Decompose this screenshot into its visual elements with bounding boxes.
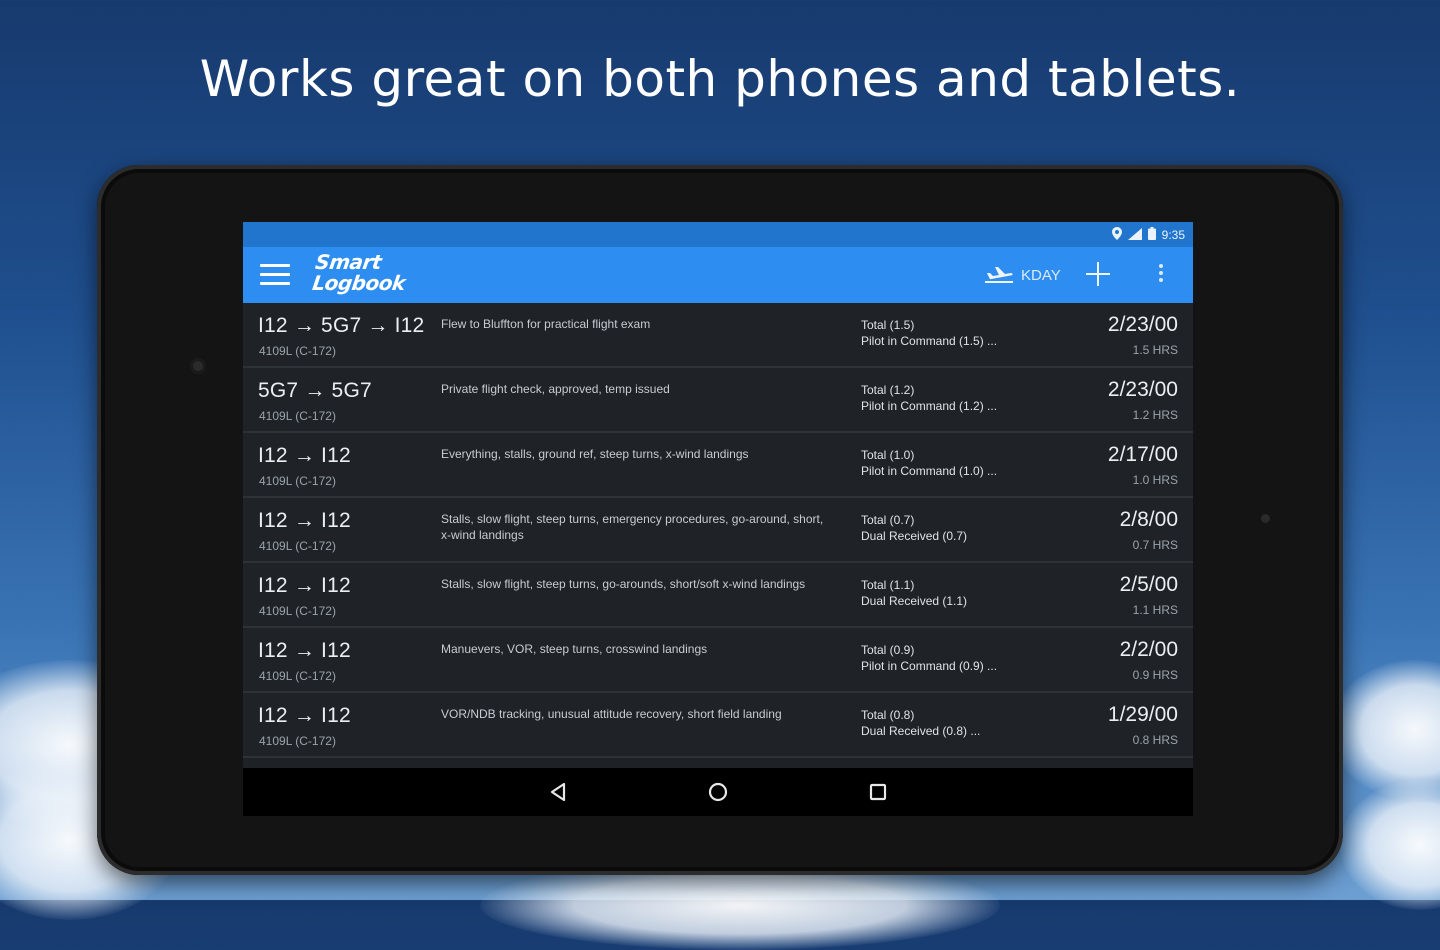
flight-hours: 1.2 HRS xyxy=(1132,408,1178,422)
flight-list[interactable]: I12 → 5G7 → I12 4109L (C-172) Flew to Bl… xyxy=(243,303,1193,768)
flight-hours: 0.9 HRS xyxy=(1132,668,1178,682)
flight-remarks: Everything, stalls, ground ref, steep tu… xyxy=(441,447,749,461)
flight-date: 2/23/00 xyxy=(1107,313,1178,336)
flight-aircraft: 4109L (C-172) xyxy=(259,409,336,423)
flight-aircraft: 4109L (C-172) xyxy=(259,604,336,618)
app-logo: Smart Logbook xyxy=(310,250,409,295)
airplane-icon xyxy=(985,267,1013,283)
navigation-bar xyxy=(243,768,1193,816)
cloud xyxy=(1330,660,1440,800)
signal-icon xyxy=(1127,227,1142,243)
add-flight-button[interactable] xyxy=(1083,259,1113,289)
flight-remarks: Flew to Bluffton for practical flight ex… xyxy=(441,317,651,331)
flight-total: Total (1.2) xyxy=(861,383,915,397)
airport-button[interactable]: KDAY xyxy=(983,262,1061,288)
logo-line-1: Smart xyxy=(313,250,383,274)
flight-times: Total (1.1) Dual Received (1.1) xyxy=(861,577,967,609)
recents-icon xyxy=(869,783,887,801)
flight-row[interactable]: I12 → 5G7 → I12 4109L (C-172) Flew to Bl… xyxy=(243,303,1193,368)
back-icon xyxy=(550,782,566,802)
flight-times: Total (1.5) Pilot in Command (1.5) ... xyxy=(861,317,997,349)
flight-aircraft: 4109L (C-172) xyxy=(259,344,336,358)
airport-code: KDAY xyxy=(1021,266,1061,284)
flight-route: I12 → I12 xyxy=(258,639,351,662)
flight-route: I12 → I12 xyxy=(258,704,351,727)
flight-route: I12 → 5G7 → I12 xyxy=(258,314,425,337)
flight-total: Total (1.0) xyxy=(861,448,915,462)
flight-row[interactable]: I12 → I12 4109L (C-172) VOR/NDB tracking… xyxy=(243,693,1193,758)
flight-aircraft: 4109L (C-172) xyxy=(259,734,336,748)
flight-time-detail: Dual Received (0.7) xyxy=(861,529,968,543)
flight-row[interactable]: I12 → I12 4109L (C-172) Everything, stal… xyxy=(243,433,1193,498)
flight-row[interactable]: 5G7 → 5G7 4109L (C-172) Private flight c… xyxy=(243,368,1193,433)
location-icon xyxy=(1111,227,1122,243)
flight-remarks: Stalls, slow flight, steep turns, emerge… xyxy=(441,512,824,542)
menu-button[interactable] xyxy=(260,264,290,286)
flight-hours: 0.7 HRS xyxy=(1132,538,1178,552)
flight-hours: 0.8 HRS xyxy=(1132,733,1178,747)
logo-line-2: Logbook xyxy=(310,271,407,295)
sensor xyxy=(1261,514,1270,523)
flight-times: Total (0.9) Pilot in Command (0.9) ... xyxy=(861,642,997,674)
flight-date: 2/23/00 xyxy=(1107,378,1178,401)
flight-total: Total (0.8) xyxy=(861,708,915,722)
menu-icon xyxy=(260,264,290,285)
flight-hours: 1.1 HRS xyxy=(1132,603,1178,617)
flight-date: 2/17/00 xyxy=(1107,443,1178,466)
cloud xyxy=(1340,780,1440,910)
flight-time-detail: Dual Received (0.8) ... xyxy=(861,724,981,738)
front-camera xyxy=(190,358,206,374)
flight-aircraft: 4109L (C-172) xyxy=(259,669,336,683)
battery-icon xyxy=(1147,227,1156,243)
flight-route: 5G7 → 5G7 xyxy=(258,379,372,402)
flight-date: 2/2/00 xyxy=(1119,638,1178,661)
status-bar: 9:35 xyxy=(243,222,1193,247)
status-time: 9:35 xyxy=(1161,228,1185,242)
flight-route: I12 → I12 xyxy=(258,574,351,597)
flight-route: I12 → I12 xyxy=(258,444,351,467)
headline: Works great on both phones and tablets. xyxy=(199,50,1241,108)
flight-row[interactable]: I12 → I12 4109L (C-172) Stalls, slow fli… xyxy=(243,563,1193,628)
flight-time-detail: Pilot in Command (1.0) ... xyxy=(861,464,998,478)
flight-total: Total (0.9) xyxy=(861,643,915,657)
flight-date: 2/8/00 xyxy=(1119,508,1178,531)
home-button[interactable] xyxy=(703,778,733,806)
overflow-menu-button[interactable] xyxy=(1153,261,1169,291)
flight-hours: 1.0 HRS xyxy=(1132,473,1178,487)
app-screen: 9:35 Smart Logbook KDAY I12 → 5G7 → I12 … xyxy=(243,222,1193,816)
flight-aircraft: 4109L (C-172) xyxy=(259,539,336,553)
flight-times: Total (0.8) Dual Received (0.8) ... xyxy=(861,707,980,739)
back-button[interactable] xyxy=(543,778,573,806)
flight-row[interactable]: I12 → I12 4109L (C-172) Stalls, slow fli… xyxy=(243,498,1193,563)
flight-aircraft: 4109L (C-172) xyxy=(259,474,336,488)
more-vert-icon xyxy=(1153,264,1169,282)
flight-time-detail: Pilot in Command (1.2) ... xyxy=(861,399,998,413)
tablet-device: 9:35 Smart Logbook KDAY I12 → 5G7 → I12 … xyxy=(97,165,1343,875)
home-icon xyxy=(708,782,728,802)
flight-time-detail: Pilot in Command (0.9) ... xyxy=(861,659,998,673)
flight-total: Total (1.5) xyxy=(861,318,915,332)
flight-remarks: Stalls, slow flight, steep turns, go-aro… xyxy=(441,577,806,591)
app-bar: Smart Logbook KDAY xyxy=(243,247,1193,303)
flight-hours: 1.5 HRS xyxy=(1132,343,1178,357)
flight-remarks: Private flight check, approved, temp iss… xyxy=(441,382,670,396)
flight-total: Total (1.1) xyxy=(861,578,915,592)
flight-route: I12 → I12 xyxy=(258,509,351,532)
flight-time-detail: Pilot in Command (1.5) ... xyxy=(861,334,998,348)
add-icon xyxy=(1086,262,1110,286)
flight-times: Total (1.2) Pilot in Command (1.2) ... xyxy=(861,382,997,414)
flight-date: 1/29/00 xyxy=(1107,703,1178,726)
recents-button[interactable] xyxy=(863,778,893,806)
flight-remarks: VOR/NDB tracking, unusual attitude recov… xyxy=(441,707,782,721)
flight-row[interactable]: I12 → I12 4109L (C-172) Manuevers, VOR, … xyxy=(243,628,1193,693)
flight-times: Total (0.7) Dual Received (0.7) xyxy=(861,512,967,544)
flight-times: Total (1.0) Pilot in Command (1.0) ... xyxy=(861,447,997,479)
flight-remarks: Manuevers, VOR, steep turns, crosswind l… xyxy=(441,642,708,656)
flight-date: 2/5/00 xyxy=(1119,573,1178,596)
flight-time-detail: Dual Received (1.1) xyxy=(861,594,968,608)
flight-total: Total (0.7) xyxy=(861,513,915,527)
